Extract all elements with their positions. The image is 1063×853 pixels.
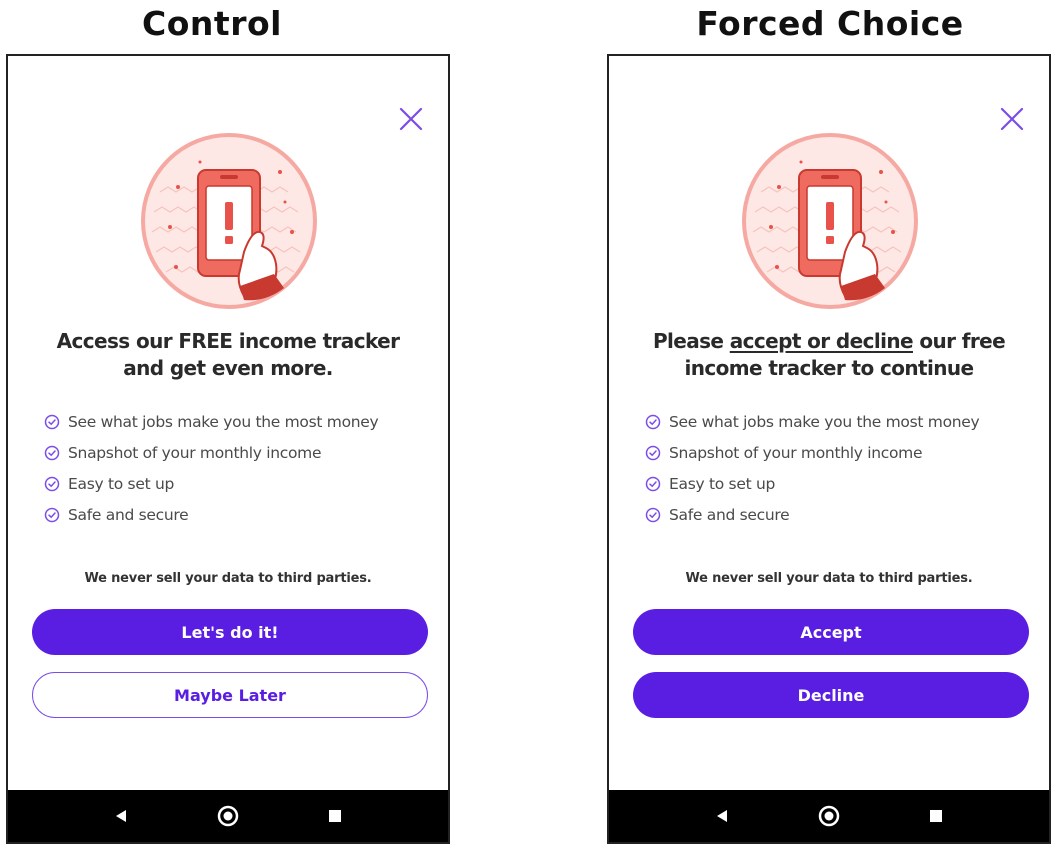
nav-back-button[interactable] (106, 801, 136, 831)
check-circle-icon (44, 445, 60, 460)
nav-recents-button[interactable] (921, 801, 951, 831)
benefit-item: Snapshot of your monthly income (645, 437, 979, 468)
control-title: Control (142, 4, 282, 43)
privacy-note: We never sell your data to third parties… (84, 571, 372, 586)
check-circle-icon (645, 476, 661, 491)
close-icon[interactable] (398, 106, 424, 132)
check-circle-icon (44, 507, 60, 522)
forced-choice-headline: Please accept or decline our free income… (619, 328, 1039, 382)
accept-button[interactable]: Accept (633, 609, 1029, 655)
forced-choice-benefits-list: See what jobs make you the most money Sn… (645, 406, 980, 530)
check-circle-icon (645, 445, 661, 460)
nav-recents-button[interactable] (320, 801, 350, 831)
benefit-label: Snapshot of your monthly income (669, 443, 923, 462)
close-icon[interactable] (999, 106, 1025, 132)
benefit-item: Snapshot of your monthly income (44, 437, 378, 468)
benefit-item: See what jobs make you the most money (44, 406, 379, 437)
benefit-item: Easy to set up (645, 468, 979, 499)
android-nav-bar (8, 790, 448, 842)
phone-alert-illustration (742, 133, 918, 309)
benefit-label: See what jobs make you the most money (68, 412, 379, 431)
nav-home-button[interactable] (213, 801, 243, 831)
control-benefits-list: See what jobs make you the most money Sn… (44, 406, 379, 530)
control-headline: Access our FREE income tracker and get e… (18, 328, 438, 382)
check-circle-icon (44, 476, 60, 491)
forced-choice-title: Forced Choice (696, 4, 964, 43)
benefit-item: Easy to set up (44, 468, 378, 499)
benefit-label: Easy to set up (68, 474, 175, 493)
benefit-label: Snapshot of your monthly income (68, 443, 322, 462)
benefit-label: Safe and secure (68, 505, 189, 524)
home-circle-icon (217, 805, 239, 827)
home-circle-icon (818, 805, 840, 827)
android-nav-bar (609, 790, 1049, 842)
benefit-label: Easy to set up (669, 474, 776, 493)
check-circle-icon (645, 507, 661, 522)
check-circle-icon (645, 414, 661, 429)
phone-alert-illustration (141, 133, 317, 309)
decline-button[interactable]: Decline (633, 672, 1029, 718)
benefit-item: Safe and secure (645, 499, 979, 530)
control-headline-line1: Access our FREE income tracker (56, 329, 400, 353)
benefit-label: See what jobs make you the most money (669, 412, 980, 431)
headline-prefix: Please (652, 329, 730, 353)
benefit-item: See what jobs make you the most money (645, 406, 980, 437)
forced-choice-phone-screen: Please accept or decline our free income… (607, 54, 1051, 844)
benefit-label: Safe and secure (669, 505, 790, 524)
maybe-later-button[interactable]: Maybe Later (32, 672, 428, 718)
recents-square-icon (929, 810, 942, 822)
recents-square-icon (328, 810, 341, 822)
control-phone-screen: Access our FREE income tracker and get e… (6, 54, 450, 844)
benefit-item: Safe and secure (44, 499, 378, 530)
control-headline-line2: and get even more. (123, 356, 333, 380)
lets-do-it-button[interactable]: Let's do it! (32, 609, 428, 655)
back-triangle-icon (116, 810, 127, 822)
back-triangle-icon (717, 810, 728, 822)
nav-home-button[interactable] (814, 801, 844, 831)
check-circle-icon (44, 414, 60, 429)
nav-back-button[interactable] (707, 801, 737, 831)
headline-underlined: accept or decline (729, 329, 914, 353)
privacy-note: We never sell your data to third parties… (685, 571, 973, 586)
forced-choice-headline-line2: income tracker to continue (684, 356, 975, 380)
forced-choice-headline-line1: Please accept or decline our free (619, 328, 1039, 355)
headline-suffix: our free (912, 329, 1006, 353)
